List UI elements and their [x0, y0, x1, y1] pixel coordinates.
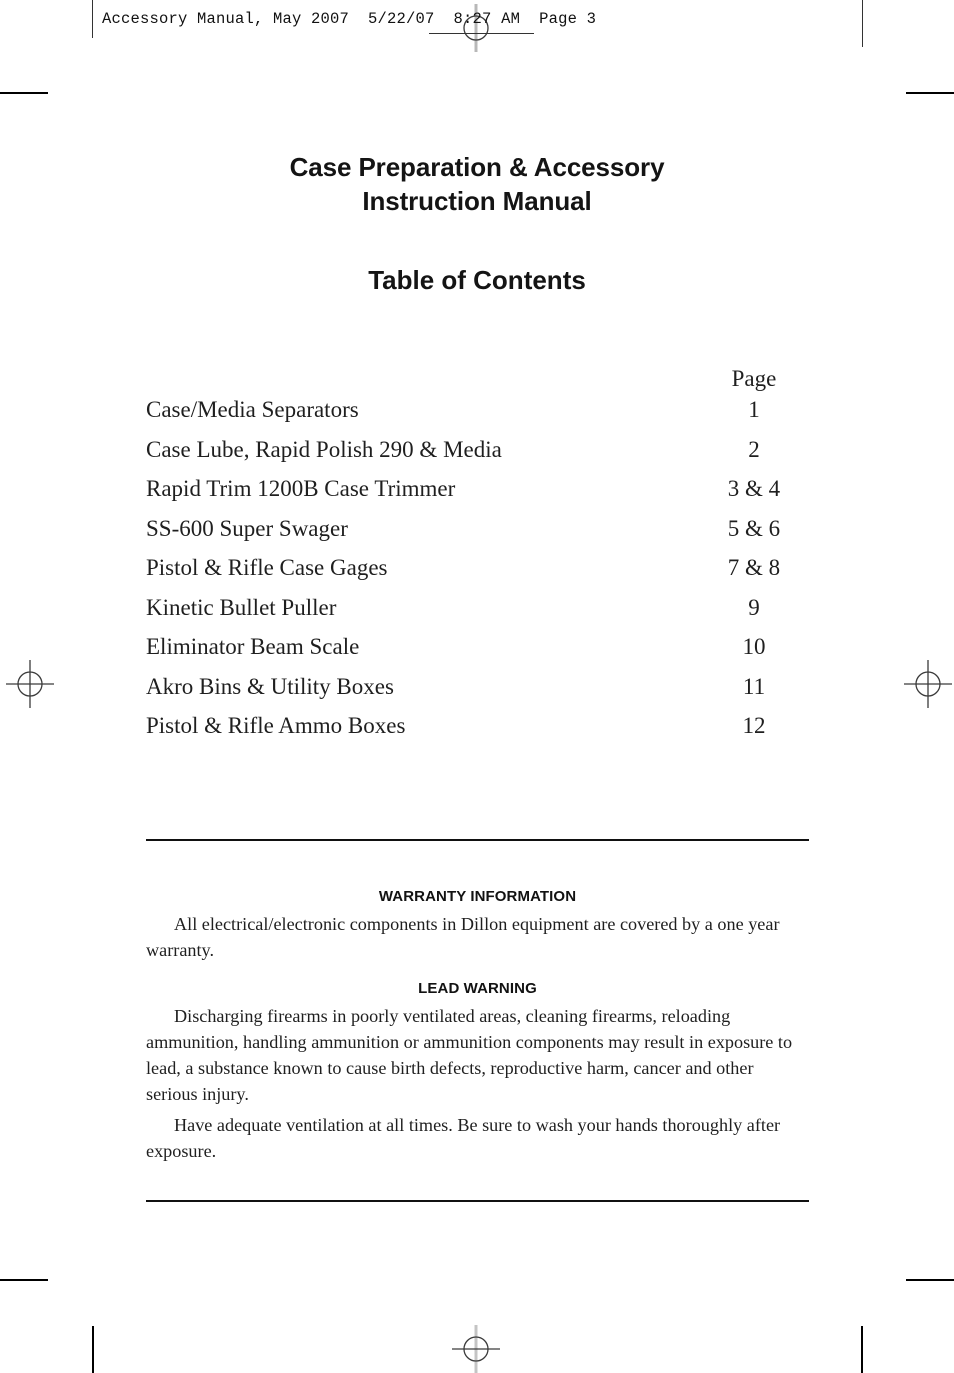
- toc-entry-page: 12: [742, 713, 766, 738]
- toc-row[interactable]: Pistol & Rifle Case Gages 7 & 8: [146, 555, 809, 595]
- toc-row[interactable]: Case Lube, Rapid Polish 290 & Media 2: [146, 437, 809, 477]
- toc-entry-title: Eliminator Beam Scale: [146, 634, 360, 659]
- toc-row[interactable]: Rapid Trim 1200B Case Trimmer 3 & 4: [146, 476, 809, 516]
- toc-entry-title: Case Lube, Rapid Polish 290 & Media: [146, 436, 502, 462]
- toc-entry-title: SS-600 Super Swager: [146, 515, 348, 541]
- toc-entry-title: Pistol & Rifle Ammo Boxes: [146, 713, 406, 738]
- toc-entry-page: 9: [748, 594, 760, 620]
- toc-row[interactable]: Case/Media Separators 1: [146, 397, 809, 437]
- table-of-contents: Page Case/Media Separators 1 Case Lube, …: [146, 366, 809, 753]
- toc-row[interactable]: Akro Bins & Utility Boxes 11: [146, 674, 809, 714]
- manual-title-line-2: Instruction Manual: [362, 186, 592, 217]
- toc-entry-title: Rapid Trim 1200B Case Trimmer: [146, 476, 456, 501]
- toc-entry-page: 3 & 4: [727, 476, 781, 501]
- toc-entry-page: 7 & 8: [727, 555, 781, 580]
- toc-entry-page: 1: [748, 397, 760, 422]
- toc-entry-page: 5 & 6: [727, 515, 781, 541]
- toc-entry-title: Case/Media Separators: [146, 397, 359, 422]
- toc-row[interactable]: Eliminator Beam Scale 10: [146, 634, 809, 674]
- notice-divider-bottom: [146, 1200, 809, 1202]
- toc-entry-page: 2: [748, 436, 760, 462]
- toc-entry-title: Pistol & Rifle Case Gages: [146, 555, 388, 580]
- document-content: Case Preparation & Accessory Instruction…: [0, 0, 954, 1373]
- lead-warning-heading: LEAD WARNING: [418, 980, 537, 998]
- toc-entry-title: Kinetic Bullet Puller: [146, 594, 337, 620]
- toc-row[interactable]: Pistol & Rifle Ammo Boxes 12: [146, 713, 809, 753]
- toc-row[interactable]: Kinetic Bullet Puller 9: [146, 595, 809, 635]
- toc-column-header: Page: [146, 366, 809, 392]
- toc-entry-page: 10: [742, 634, 766, 659]
- lead-warning-text-paragraph-2: Have adequate ventilation at all times. …: [146, 1115, 781, 1162]
- toc-entry-title: Akro Bins & Utility Boxes: [146, 673, 394, 699]
- lead-warning-text-paragraph-1: Discharging firearms in poorly ventilate…: [146, 1006, 793, 1105]
- printed-page: Accessory Manual, May 2007 5/22/07 8:27 …: [0, 0, 954, 1373]
- notices-section: WARRANTY INFORMATION All electrical/elec…: [146, 888, 809, 1164]
- table-of-contents-heading: Table of Contents: [368, 265, 586, 295]
- manual-title: Case Preparation & Accessory Instruction…: [0, 150, 954, 219]
- warranty-information-text: All electrical/electronic components in …: [146, 914, 780, 961]
- manual-title-line-1: Case Preparation & Accessory: [289, 152, 665, 182]
- toc-page-column-label: Page: [731, 366, 777, 391]
- warranty-information-heading: WARRANTY INFORMATION: [378, 888, 577, 905]
- notice-divider-top: [146, 839, 809, 841]
- toc-row[interactable]: SS-600 Super Swager 5 & 6: [146, 516, 809, 556]
- toc-entry-page: 11: [742, 673, 766, 699]
